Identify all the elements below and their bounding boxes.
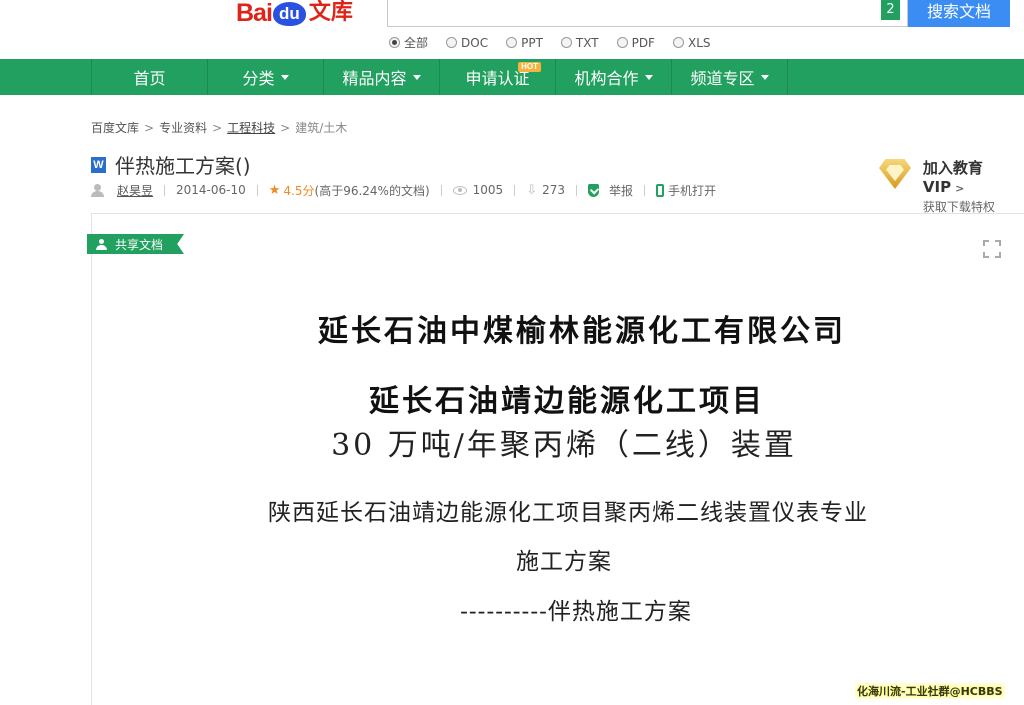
baidu-wenku-logo[interactable]: Bai du 文库: [236, 0, 353, 26]
logo-bai-text: Bai: [236, 0, 273, 27]
eye-icon: [452, 185, 467, 195]
share-doc-tag: 共享文档: [87, 234, 184, 254]
hot-badge: HOT: [518, 62, 541, 72]
nav-item-premium[interactable]: 精品内容: [324, 59, 440, 95]
search-button[interactable]: 搜索文档: [908, 0, 1010, 27]
star-icon: ★: [268, 182, 281, 198]
doc-meta: 赵昊昱 2014-06-10 ★ 4.5分 (高于96.24%的文档) 1005…: [91, 182, 716, 198]
logo-wenku-text: 文库: [308, 0, 353, 25]
nav-item-channels[interactable]: 频道专区: [672, 59, 788, 95]
breadcrumb-item[interactable]: 建筑/土木: [295, 119, 347, 136]
vip-promo[interactable]: 加入教育VIP > 获取下载特权: [877, 157, 1024, 215]
chevron-right-icon: >: [955, 182, 965, 195]
author-link[interactable]: 赵昊昱: [117, 182, 153, 199]
breadcrumb: 百度文库 > 专业资料 > 工程科技 > 建筑/土木: [91, 119, 347, 136]
view-count: 1005: [472, 183, 504, 197]
main-nav: 首页 分类 精品内容 申请认证 HOT 机构合作 频道专区: [0, 59, 1024, 95]
radio-icon[interactable]: [560, 37, 572, 48]
radio-icon[interactable]: [672, 37, 684, 48]
diamond-icon: [877, 157, 913, 191]
doc-line-subject: 陕西延长石油靖边能源化工项目聚丙烯二线装置仪表专业: [268, 500, 868, 526]
breadcrumb-item[interactable]: 专业资料: [159, 119, 207, 136]
word-doc-icon: W: [91, 156, 106, 173]
logo-paw-icon: du: [272, 2, 306, 26]
search-count-badge: 2: [881, 0, 900, 20]
search-input[interactable]: [387, 0, 908, 27]
doc-line-unit: 30 万吨/年聚丙烯（二线）装置: [331, 428, 797, 463]
upload-date: 2014-06-10: [176, 183, 246, 197]
fullscreen-icon[interactable]: [983, 240, 1001, 258]
caret-down-icon: [644, 74, 653, 80]
open-on-mobile-link[interactable]: 手机打开: [668, 182, 716, 199]
divider: [576, 184, 577, 196]
filetype-radio-group: 全部 DOC PPT TXT PDF XLS: [389, 34, 729, 51]
rating-note: (高于96.24%的文档): [314, 183, 430, 198]
nav-item-category[interactable]: 分类: [208, 59, 324, 95]
nav-item-home[interactable]: 首页: [92, 59, 208, 95]
divider: [514, 184, 516, 196]
watermark-text: 化海川流-工业社群@HCBBS: [855, 683, 1005, 699]
shield-icon: [588, 183, 599, 197]
chevron-right-icon: >: [212, 120, 223, 135]
filetype-doc[interactable]: DOC: [446, 34, 488, 51]
divider: [440, 184, 442, 196]
report-link[interactable]: 举报: [609, 182, 633, 199]
radio-icon[interactable]: [616, 37, 628, 48]
nav-item-certification[interactable]: 申请认证 HOT: [440, 59, 556, 95]
doc-line-project: 延长石油靖边能源化工项目: [369, 384, 765, 419]
divider: [256, 184, 258, 196]
divider: [644, 184, 646, 196]
page-title: 伴热施工方案(): [115, 154, 251, 178]
mobile-phone-icon: [656, 183, 665, 197]
filetype-xls[interactable]: XLS: [672, 34, 711, 51]
download-icon: ⇩: [526, 182, 538, 198]
radio-icon[interactable]: [446, 37, 458, 48]
filetype-txt[interactable]: TXT: [560, 34, 599, 51]
breadcrumb-item[interactable]: 工程科技: [227, 119, 275, 136]
caret-down-icon: [412, 74, 421, 80]
nav-item-partnership[interactable]: 机构合作: [556, 59, 672, 95]
doc-title-row: W 伴热施工方案(): [91, 150, 251, 179]
chevron-right-icon: >: [144, 120, 155, 135]
person-icon: [96, 238, 107, 250]
caret-down-icon: [760, 74, 769, 80]
rating-score: 4.5分: [283, 183, 315, 198]
filetype-pdf[interactable]: PDF: [616, 34, 655, 51]
download-count: 273: [542, 183, 565, 197]
radio-icon[interactable]: [389, 37, 400, 48]
filetype-ppt[interactable]: PPT: [506, 34, 543, 51]
radio-icon[interactable]: [506, 37, 518, 48]
breadcrumb-item[interactable]: 百度文库: [91, 119, 139, 136]
doc-line-company: 延长石油中煤榆林能源化工有限公司: [318, 314, 846, 349]
chevron-right-icon: >: [280, 120, 291, 135]
divider: [164, 184, 166, 196]
caret-down-icon: [280, 74, 289, 80]
doc-line-heat-tracing: ----------伴热施工方案: [460, 599, 692, 625]
doc-line-plan: 施工方案: [516, 549, 612, 575]
vip-title: 加入教育VIP: [922, 159, 983, 196]
filetype-all[interactable]: 全部: [389, 34, 428, 51]
user-icon: [91, 183, 104, 197]
